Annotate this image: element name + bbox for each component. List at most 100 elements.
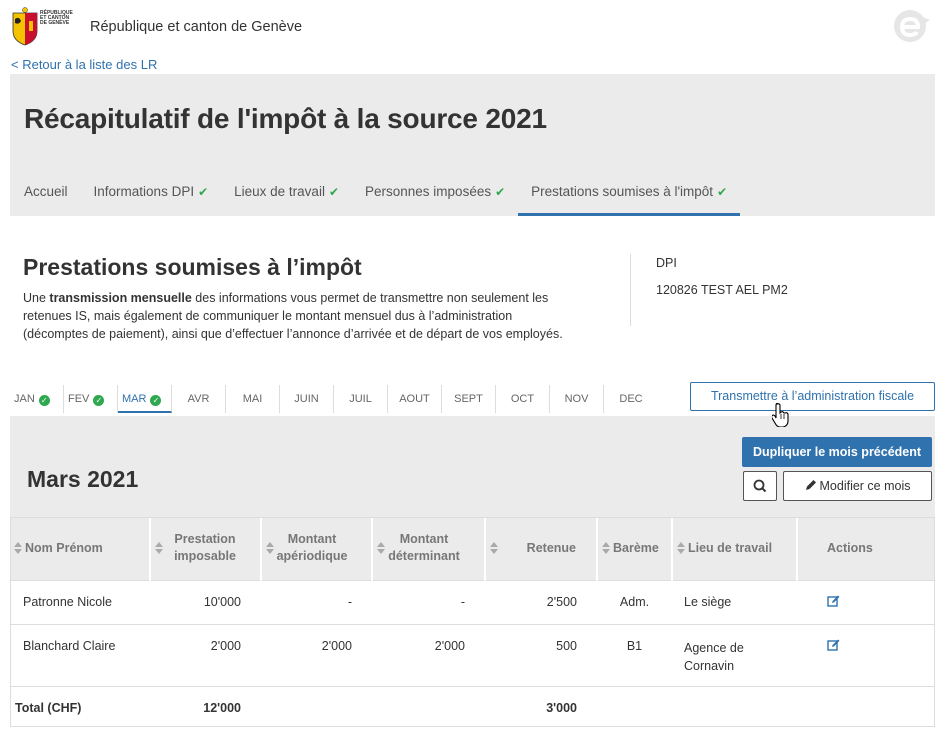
- site-title: République et canton de Genève: [90, 19, 303, 35]
- table-header-row: Nom Prénom Prestation imposable Montant …: [10, 517, 935, 580]
- tab-accueil[interactable]: Accueil: [10, 176, 81, 216]
- transmit-to-tax-admin-button[interactable]: Transmettre à l’administration fiscale: [690, 382, 935, 411]
- col-header-retenue[interactable]: Retenue: [485, 517, 598, 580]
- month-juil[interactable]: JUIL: [334, 385, 388, 413]
- tab-prestations-soumises[interactable]: Prestations soumises à l'impôt ✔: [518, 176, 741, 216]
- col-header-prestation[interactable]: Prestation imposable: [150, 517, 262, 580]
- cell-name: Patronne Nicole: [10, 580, 150, 624]
- sort-icon: [155, 542, 163, 554]
- recap-banner: Récapitulatif de l'impôt à la source 202…: [10, 74, 935, 216]
- month-label: JAN: [14, 393, 35, 405]
- check-icon: ✔: [328, 185, 340, 199]
- month-label: DEC: [619, 393, 643, 405]
- header-label: Montant apériodique: [276, 532, 348, 564]
- check-icon: ✔: [495, 185, 506, 199]
- cell-name: Blanchard Claire: [10, 624, 150, 686]
- month-label: JUIN: [294, 393, 319, 405]
- month-juin[interactable]: JUIN: [280, 385, 334, 413]
- col-header-aperiodique[interactable]: Montant apériodique: [261, 517, 373, 580]
- table-row: Blanchard Claire 2'000 2'000 2'000 500 B…: [10, 624, 935, 686]
- cell-name-text: Blanchard Claire: [23, 638, 116, 653]
- month-oct[interactable]: OCT: [496, 385, 550, 413]
- section-description: Une transmission mensuelle des informati…: [23, 289, 563, 343]
- geneva-coat-of-arms-logo[interactable]: [10, 7, 40, 47]
- cell-bareme: Adm.: [597, 580, 672, 624]
- header-label: Prestation imposable: [174, 532, 236, 564]
- cell-lieu: Agence de Cornavin: [672, 624, 797, 686]
- edit-label: Modifier ce mois: [819, 479, 911, 493]
- table-row: Patronne Nicole 10'000 - - 2'500 Adm. Le…: [10, 580, 935, 624]
- cell-total-prestation: 12'000: [150, 686, 261, 729]
- month-fev[interactable]: FEV ✓: [64, 385, 118, 413]
- cell-determinant-text: 2'000: [434, 638, 465, 653]
- col-header-determinant[interactable]: Montant déterminant: [372, 517, 486, 580]
- tab-personnes-imposees[interactable]: Personnes imposées ✔: [352, 176, 518, 216]
- cell-total-label: Total (CHF): [10, 686, 150, 729]
- cell-empty: [261, 686, 372, 729]
- month-label: MAR: [122, 393, 147, 405]
- col-header-actions: Actions: [797, 517, 935, 580]
- cell-lieu: Le siège: [672, 580, 797, 624]
- tab-label: Personnes imposées: [365, 184, 492, 199]
- cell-determinant: -: [372, 580, 485, 624]
- cell-lieu-text: Agence de Cornavin: [684, 640, 744, 673]
- sort-icon: [602, 542, 610, 555]
- cell-retenue: 500: [485, 624, 597, 686]
- month-dec[interactable]: DEC: [604, 385, 658, 413]
- prestations-table: Nom Prénom Prestation imposable Montant …: [10, 517, 935, 729]
- header-label: Montant déterminant: [388, 532, 460, 564]
- tab-informations-dpi[interactable]: Informations DPI ✔: [81, 176, 222, 216]
- col-header-nom[interactable]: Nom Prénom: [10, 517, 151, 580]
- month-mai[interactable]: MAI: [226, 385, 280, 413]
- tab-bar: Accueil Informations DPI ✔ Lieux de trava…: [10, 176, 741, 216]
- header-label: Barème: [613, 540, 659, 555]
- top-bar: RÉPUBLIQUE ET CANTON DE GENÈVE Républiqu…: [0, 0, 946, 56]
- search-button[interactable]: [743, 471, 777, 501]
- month-label: MAI: [242, 393, 263, 405]
- sort-icon: [490, 542, 498, 554]
- duplicate-previous-month-button[interactable]: Dupliquer le mois précédent: [742, 437, 932, 467]
- month-label: AOUT: [399, 393, 430, 405]
- cell-empty: [797, 686, 935, 729]
- month-sept[interactable]: SEPT: [442, 385, 496, 413]
- check-circle-icon: ✓: [150, 395, 162, 406]
- sort-icon: [677, 542, 685, 555]
- month-label: OCT: [510, 393, 535, 405]
- month-mar[interactable]: MAR ✓: [118, 385, 172, 413]
- tab-label: Lieux de travail: [234, 184, 325, 199]
- col-header-lieu[interactable]: Lieu de travail: [672, 517, 798, 580]
- desc-bold: transmission mensuelle: [49, 291, 192, 305]
- cell-aperiodique: 2'000: [261, 624, 372, 686]
- section-title: Prestations soumises à l’impôt: [23, 254, 362, 280]
- cell-aperiodique: -: [261, 580, 372, 624]
- tab-label: Accueil: [24, 184, 68, 199]
- edit-icon[interactable]: [827, 639, 841, 651]
- desc-prefix: Une: [23, 291, 50, 305]
- pencil-icon: [805, 480, 816, 490]
- vertical-divider: [630, 254, 631, 326]
- month-nov[interactable]: NOV: [550, 385, 604, 413]
- check-icon: ✔: [717, 185, 728, 199]
- month-avr[interactable]: AVR: [172, 385, 226, 413]
- cell-empty: [672, 686, 797, 729]
- dpi-value: 120826 TEST AEL PM2: [656, 283, 788, 297]
- month-aout[interactable]: AOUT: [388, 385, 442, 413]
- cell-empty: [372, 686, 485, 729]
- back-to-list-link[interactable]: < Retour à la liste des LR: [11, 57, 157, 72]
- sort-icon: [377, 542, 385, 554]
- cell-retenue: 2'500: [485, 580, 597, 624]
- cell-empty: [597, 686, 672, 729]
- tab-lieux-de-travail[interactable]: Lieux de travail ✔: [221, 176, 352, 216]
- check-circle-icon: ✓: [38, 395, 50, 406]
- header-label: Lieu de travail: [688, 540, 773, 555]
- dpi-label: DPI: [656, 256, 677, 270]
- edit-month-button[interactable]: Modifier ce mois: [783, 471, 932, 501]
- tab-label: Prestations soumises à l'impôt: [531, 184, 714, 199]
- tab-label: Informations DPI: [93, 184, 195, 199]
- month-selector: JAN ✓ FEV ✓ MAR ✓ AVR MAI JUIN JUIL AOUT SE…: [10, 385, 658, 413]
- cell-retenue-text: 500: [556, 638, 577, 653]
- month-jan[interactable]: JAN ✓: [10, 385, 64, 413]
- col-header-bareme[interactable]: Barème: [597, 517, 673, 580]
- edit-icon[interactable]: [827, 595, 841, 607]
- header-label: Nom Prénom: [25, 540, 103, 555]
